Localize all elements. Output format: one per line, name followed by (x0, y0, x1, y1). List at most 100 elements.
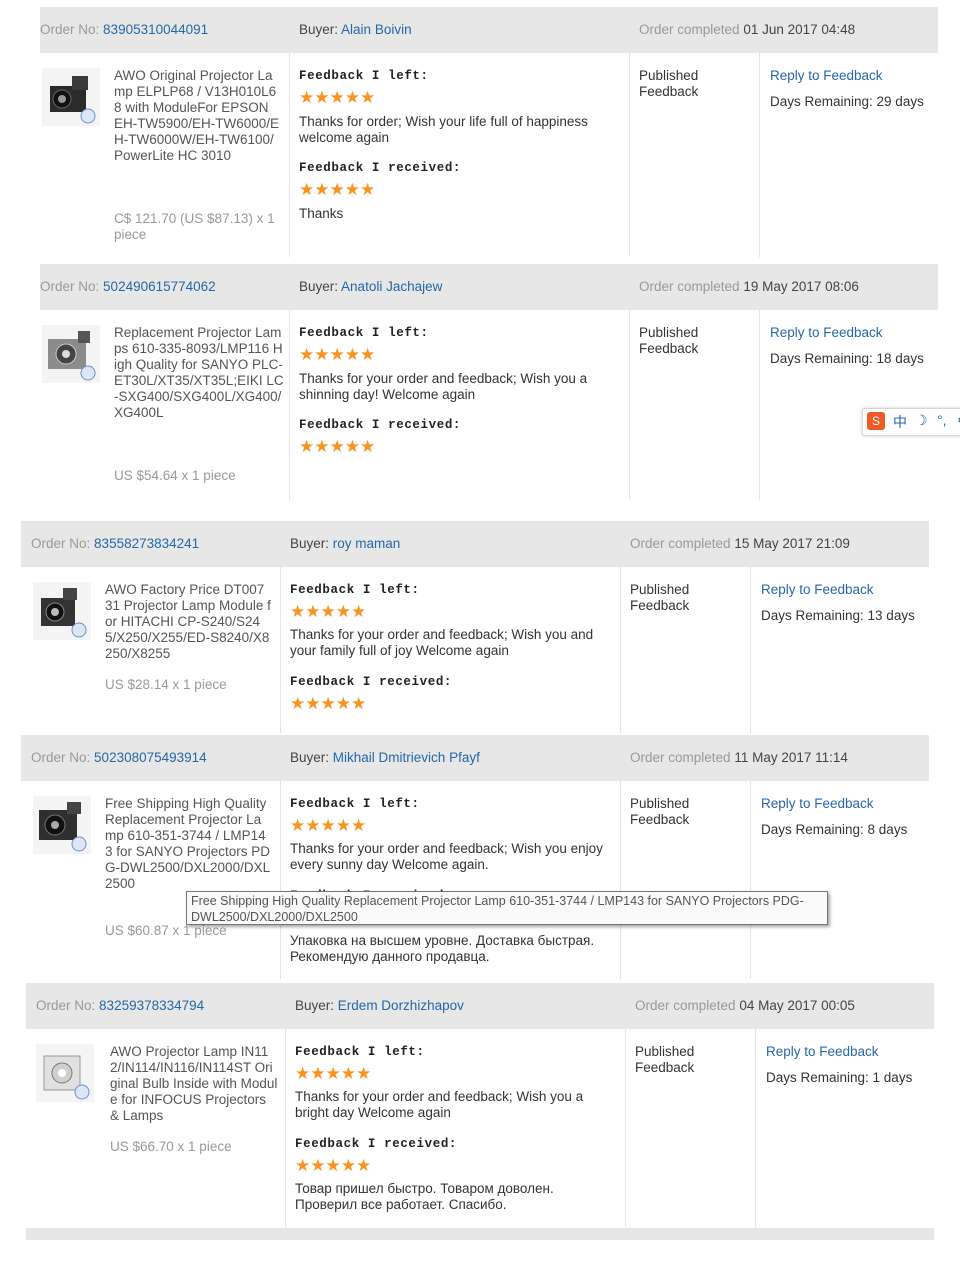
reply-to-feedback-link[interactable]: Reply to Feedback (761, 796, 874, 812)
order-block: Order No: 83259378334794 Buyer: Erdem Do… (26, 983, 936, 1227)
buyer-label: Buyer: (299, 22, 339, 37)
order-block: Order No: 83558273834241 Buyer: roy mama… (21, 521, 931, 733)
order-completed-label: Order completed (635, 998, 736, 1013)
published-feedback-status: Published Feedback (630, 582, 690, 613)
product-title[interactable]: Free Shipping High Quality Replacement P… (105, 796, 271, 892)
product-thumbnail[interactable] (36, 1044, 94, 1102)
buyer-label: Buyer: (290, 536, 330, 551)
order-no-label: Order No: (40, 22, 100, 37)
order-completed-label: Order completed (639, 279, 740, 294)
order-completed-date: 04 May 2017 00:05 (739, 998, 855, 1013)
order-block: Order No: 83905310044091 Buyer: Alain Bo… (40, 7, 940, 257)
product-price: US $54.64 x 1 piece (114, 468, 236, 483)
order-no-link[interactable]: 83558273834241 (94, 536, 199, 551)
feedback-left-heading: Feedback I left: (295, 1045, 425, 1059)
buyer-link[interactable]: Erdem Dorzhizhapov (338, 998, 464, 1013)
published-feedback-status: Published Feedback (635, 1044, 695, 1075)
order-header: Order No: 83558273834241 Buyer: roy mama… (21, 521, 929, 567)
product-title[interactable]: AWO Factory Price DT00731 Projector Lamp… (105, 582, 271, 662)
feedback-left-text: Thanks for order; Wish your life full of… (299, 114, 588, 145)
feedback-left-stars: ★★★★★ (299, 88, 376, 107)
feedback-received-text: Товар пришел быстро. Товаром доволен. Пр… (295, 1181, 554, 1212)
buyer-link[interactable]: Mikhail Dmitrievich Pfayf (333, 750, 480, 765)
order-completed-date: 01 Jun 2017 04:48 (743, 22, 856, 37)
ime-logo-icon[interactable]: S (867, 412, 885, 430)
published-feedback-status: Published Feedback (630, 796, 690, 827)
feedback-received-text: Thanks (299, 206, 344, 221)
buyer-label: Buyer: (299, 279, 339, 294)
reply-to-feedback-link[interactable]: Reply to Feedback (770, 68, 883, 84)
feedback-left-stars: ★★★★★ (295, 1064, 372, 1083)
order-block: Order No: 502490615774062 Buyer: Anatoli… (40, 264, 940, 500)
reply-to-feedback-link[interactable]: Reply to Feedback (766, 1044, 879, 1060)
product-thumbnail[interactable] (42, 68, 100, 126)
punctuation-icon[interactable]: °, (937, 412, 947, 428)
product-thumbnail[interactable] (42, 325, 100, 383)
order-no-label: Order No: (31, 750, 91, 765)
order-header: Order No: 502490615774062 Buyer: Anatoli… (40, 264, 938, 310)
feedback-received-heading: Feedback I received: (295, 1137, 458, 1151)
reply-to-feedback-link[interactable]: Reply to Feedback (761, 582, 874, 598)
feedback-left-text: Thanks for your order and feedback; Wish… (290, 627, 594, 658)
product-price: US $28.14 x 1 piece (105, 677, 227, 692)
feedback-left-text: Thanks for your order and feedback; Wish… (299, 371, 588, 402)
buyer-link[interactable]: Alain Boivin (341, 22, 412, 37)
order-no-link[interactable]: 502308075493914 (94, 750, 207, 765)
next-order-header (26, 1228, 934, 1240)
product-title[interactable]: AWO Original Projector Lamp ELPLP68 / V1… (114, 68, 280, 164)
buyer-link[interactable]: Anatoli Jachajew (341, 279, 442, 294)
feedback-received-heading: Feedback I received: (299, 418, 462, 432)
order-completed-label: Order completed (630, 750, 731, 765)
order-no-label: Order No: (40, 279, 100, 294)
order-no-label: Order No: (31, 536, 91, 551)
feedback-left-stars: ★★★★★ (290, 816, 367, 835)
days-remaining: Days Remaining: 8 days (761, 822, 908, 837)
feedback-left-heading: Feedback I left: (299, 69, 429, 83)
feedback-received-heading: Feedback I received: (299, 161, 462, 175)
feedback-left-heading: Feedback I left: (290, 583, 420, 597)
days-remaining: Days Remaining: 18 days (770, 351, 924, 366)
days-remaining: Days Remaining: 29 days (770, 94, 924, 109)
product-price: C$ 121.70 (US $87.13) x 1 piece (114, 211, 275, 242)
feedback-left-text: Thanks for your order and feedback; Wish… (295, 1089, 584, 1120)
feedback-left-heading: Feedback I left: (299, 326, 429, 340)
feedback-received-stars: ★★★★★ (290, 694, 367, 713)
feedback-left-text: Thanks for your order and feedback; Wish… (290, 841, 603, 872)
ime-language-toggle[interactable]: 中 (893, 412, 907, 432)
product-thumbnail[interactable] (33, 582, 91, 640)
order-no-link[interactable]: 502490615774062 (103, 279, 216, 294)
feedback-received-stars: ★★★★★ (299, 437, 376, 456)
ime-toolbar[interactable]: S 中 ☽ °, ⚙ (862, 408, 960, 436)
product-thumbnail[interactable] (33, 796, 91, 854)
order-header: Order No: 83259378334794 Buyer: Erdem Do… (26, 983, 934, 1029)
feedback-received-stars: ★★★★★ (295, 1156, 372, 1175)
product-price: US $60.87 x 1 piece (105, 923, 227, 938)
product-title[interactable]: AWO Projector Lamp IN112/IN114/IN116/IN1… (110, 1044, 278, 1124)
order-completed-label: Order completed (639, 22, 740, 37)
product-title[interactable]: Replacement Projector Lamps 610-335-8093… (114, 325, 284, 421)
feedback-received-heading: Feedback I received: (290, 675, 453, 689)
feedback-received-text: Упаковка на высшем уровне. Доставка быст… (290, 933, 595, 964)
product-title-tooltip: Free Shipping High Quality Replacement P… (186, 891, 828, 925)
published-feedback-status: Published Feedback (639, 325, 699, 356)
product-price: US $66.70 x 1 piece (110, 1139, 232, 1154)
order-completed-date: 19 May 2017 08:06 (743, 279, 859, 294)
order-completed-label: Order completed (630, 536, 731, 551)
order-no-link[interactable]: 83905310044091 (103, 22, 208, 37)
feedback-received-stars: ★★★★★ (299, 180, 376, 199)
buyer-link[interactable]: roy maman (333, 536, 401, 551)
order-no-link[interactable]: 83259378334794 (99, 998, 204, 1013)
buyer-label: Buyer: (290, 750, 330, 765)
moon-icon[interactable]: ☽ (915, 412, 928, 429)
reply-to-feedback-link[interactable]: Reply to Feedback (770, 325, 883, 341)
order-no-label: Order No: (36, 998, 96, 1013)
order-header: Order No: 83905310044091 Buyer: Alain Bo… (40, 7, 938, 53)
published-feedback-status: Published Feedback (639, 68, 699, 99)
buyer-label: Buyer: (295, 998, 335, 1013)
feedback-left-stars: ★★★★★ (290, 602, 367, 621)
order-header: Order No: 502308075493914 Buyer: Mikhail… (21, 735, 929, 781)
order-completed-date: 15 May 2017 21:09 (734, 536, 850, 551)
feedback-left-stars: ★★★★★ (299, 345, 376, 364)
days-remaining: Days Remaining: 13 days (761, 608, 915, 623)
days-remaining: Days Remaining: 1 days (766, 1070, 913, 1085)
